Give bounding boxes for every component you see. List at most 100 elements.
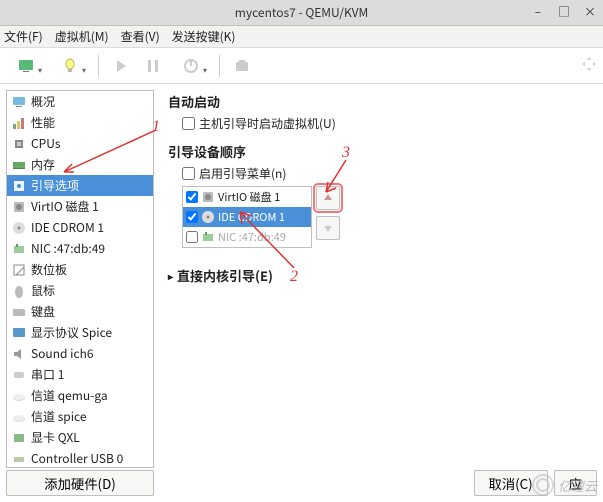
sidebar-item-label: 键盘 [31,303,55,320]
add-hardware-button[interactable]: 添加硬件(D) [6,470,154,496]
shutdown-button[interactable] [171,52,211,80]
watermark-icon [532,474,554,496]
channel-icon [11,409,27,425]
sidebar-item-label: Controller USB 0 [31,450,123,467]
menubar: 文件(F) 虚拟机(M) 查看(V) 发送按键(K) [0,26,603,48]
sidebar-item-label: 显示协议 Spice [31,324,112,341]
boot-device-label: IDE CDROM 1 [218,209,285,225]
sidebar-item-serial[interactable]: 串口 1 [7,364,153,385]
details-view-button[interactable] [50,52,90,80]
sidebar-item-sound[interactable]: Sound ich6 [7,343,153,364]
sidebar-item-perf[interactable]: 性能 [7,112,153,133]
sidebar-item-monitor[interactable]: 概况 [7,91,153,112]
sidebar-item-mem[interactable]: 内存 [7,154,153,175]
boot-device-label: NIC :47:db:49 [218,229,286,245]
sidebar-item-label: IDE CDROM 1 [31,219,104,236]
autostart-checkbox[interactable] [182,117,195,130]
sidebar-item-label: 引导选项 [31,177,79,194]
nic-icon [11,241,27,257]
boot-device-label: VirtIO 磁盘 1 [218,189,280,205]
boot-device-list[interactable]: VirtIO 磁盘 1 IDE CDROM 1 NIC :47:db:49 [182,186,312,248]
pause-button[interactable] [139,52,167,80]
minimize-button[interactable]: – [529,2,547,20]
direct-kernel-expander[interactable]: 直接内核引导(E) [168,266,591,285]
snapshot-button[interactable] [228,52,256,80]
disk-icon [201,190,215,204]
toolbar-separator [219,55,220,77]
serial-icon [11,367,27,383]
sidebar-item-disk[interactable]: VirtIO 磁盘 1 [7,196,153,217]
sidebar-item-channel[interactable]: 信道 spice [7,406,153,427]
boot-device-row[interactable]: NIC :47:db:49 [183,227,311,247]
move-icon [581,56,597,76]
boot-move-up-button[interactable] [316,186,340,210]
close-button[interactable]: × [581,2,599,20]
sidebar-item-channel[interactable]: 信道 qemu-ga [7,385,153,406]
disk-icon [11,199,27,215]
sidebar-item-label: VirtIO 磁盘 1 [31,198,99,215]
window-title: mycentos7 - QEMU/KVM [0,4,603,21]
sidebar-item-label: 性能 [31,114,55,131]
sidebar-item-boot[interactable]: 引导选项 [7,175,153,196]
maximize-button[interactable]: □ [555,2,573,20]
sidebar-item-cd[interactable]: IDE CDROM 1 [7,217,153,238]
sidebar-item-mouse[interactable]: 鼠标 [7,280,153,301]
tablet-icon [11,262,27,278]
bottom-bar: 添加硬件(D) 取消(C) 应 [6,470,597,496]
sidebar-item-label: 内存 [31,156,55,173]
sidebar-item-label: 串口 1 [31,366,64,383]
sidebar-item-label: 概况 [31,93,55,110]
console-view-button[interactable] [6,52,46,80]
run-button[interactable] [107,52,135,80]
boot-device-checkbox[interactable] [186,191,198,203]
monitor-icon [11,94,27,110]
cd-icon [11,220,27,236]
sidebar-item-video[interactable]: 显卡 QXL [7,427,153,448]
nic-icon [201,230,215,244]
bootmenu-label: 启用引导菜单(n) [199,165,286,182]
cpu-icon [11,136,27,152]
menu-vm[interactable]: 虚拟机(M) [55,28,109,45]
titlebar: mycentos7 - QEMU/KVM – □ × [0,0,603,26]
toolbar-separator [98,55,99,77]
sidebar: 概况性能 CPUs 内存引导选项 VirtIO 磁盘 1 IDE CDROM 1 NIC … [6,90,154,468]
cd-icon [201,210,215,224]
kbd-icon [11,304,27,320]
display-icon [11,325,27,341]
ctrl-icon [11,451,27,467]
perf-icon [11,115,27,131]
watermark: 亿速云 [532,474,597,496]
boot-device-row[interactable]: VirtIO 磁盘 1 [183,187,311,207]
sidebar-item-label: 数位板 [31,261,67,278]
sound-icon [11,346,27,362]
boot-device-row[interactable]: IDE CDROM 1 [183,207,311,227]
sidebar-item-label: 信道 spice [31,408,87,425]
menu-sendkey[interactable]: 发送按键(K) [172,28,236,45]
sidebar-item-label: 鼠标 [31,282,55,299]
sidebar-item-cpu[interactable]: CPUs [7,133,153,154]
sidebar-item-nic[interactable]: NIC :47:db:49 [7,238,153,259]
channel-icon [11,388,27,404]
bootmenu-checkbox[interactable] [182,167,195,180]
sidebar-item-label: 显卡 QXL [31,429,80,446]
main-panel: 自动启动 主机引导时启动虚拟机(U) 引导设备顺序 启用引导菜单(n) Virt… [154,84,603,468]
sidebar-item-label: NIC :47:db:49 [31,240,105,257]
sidebar-item-label: CPUs [31,135,60,152]
sidebar-item-label: 信道 qemu-ga [31,387,108,404]
boot-device-checkbox[interactable] [186,211,198,223]
sidebar-item-kbd[interactable]: 键盘 [7,301,153,322]
menu-view[interactable]: 查看(V) [121,28,160,45]
sidebar-item-ctrl[interactable]: Controller USB 0 [7,448,153,467]
sidebar-item-display[interactable]: 显示协议 Spice [7,322,153,343]
autostart-title: 自动启动 [168,92,591,111]
autostart-label: 主机引导时启动虚拟机(U) [199,115,336,132]
mem-icon [11,157,27,173]
boot-icon [11,178,27,194]
sidebar-item-tablet[interactable]: 数位板 [7,259,153,280]
menu-file[interactable]: 文件(F) [4,28,43,45]
toolbar [0,48,603,84]
boot-device-checkbox[interactable] [186,231,198,243]
bootorder-title: 引导设备顺序 [168,142,591,161]
video-icon [11,430,27,446]
boot-move-down-button[interactable] [316,216,340,240]
